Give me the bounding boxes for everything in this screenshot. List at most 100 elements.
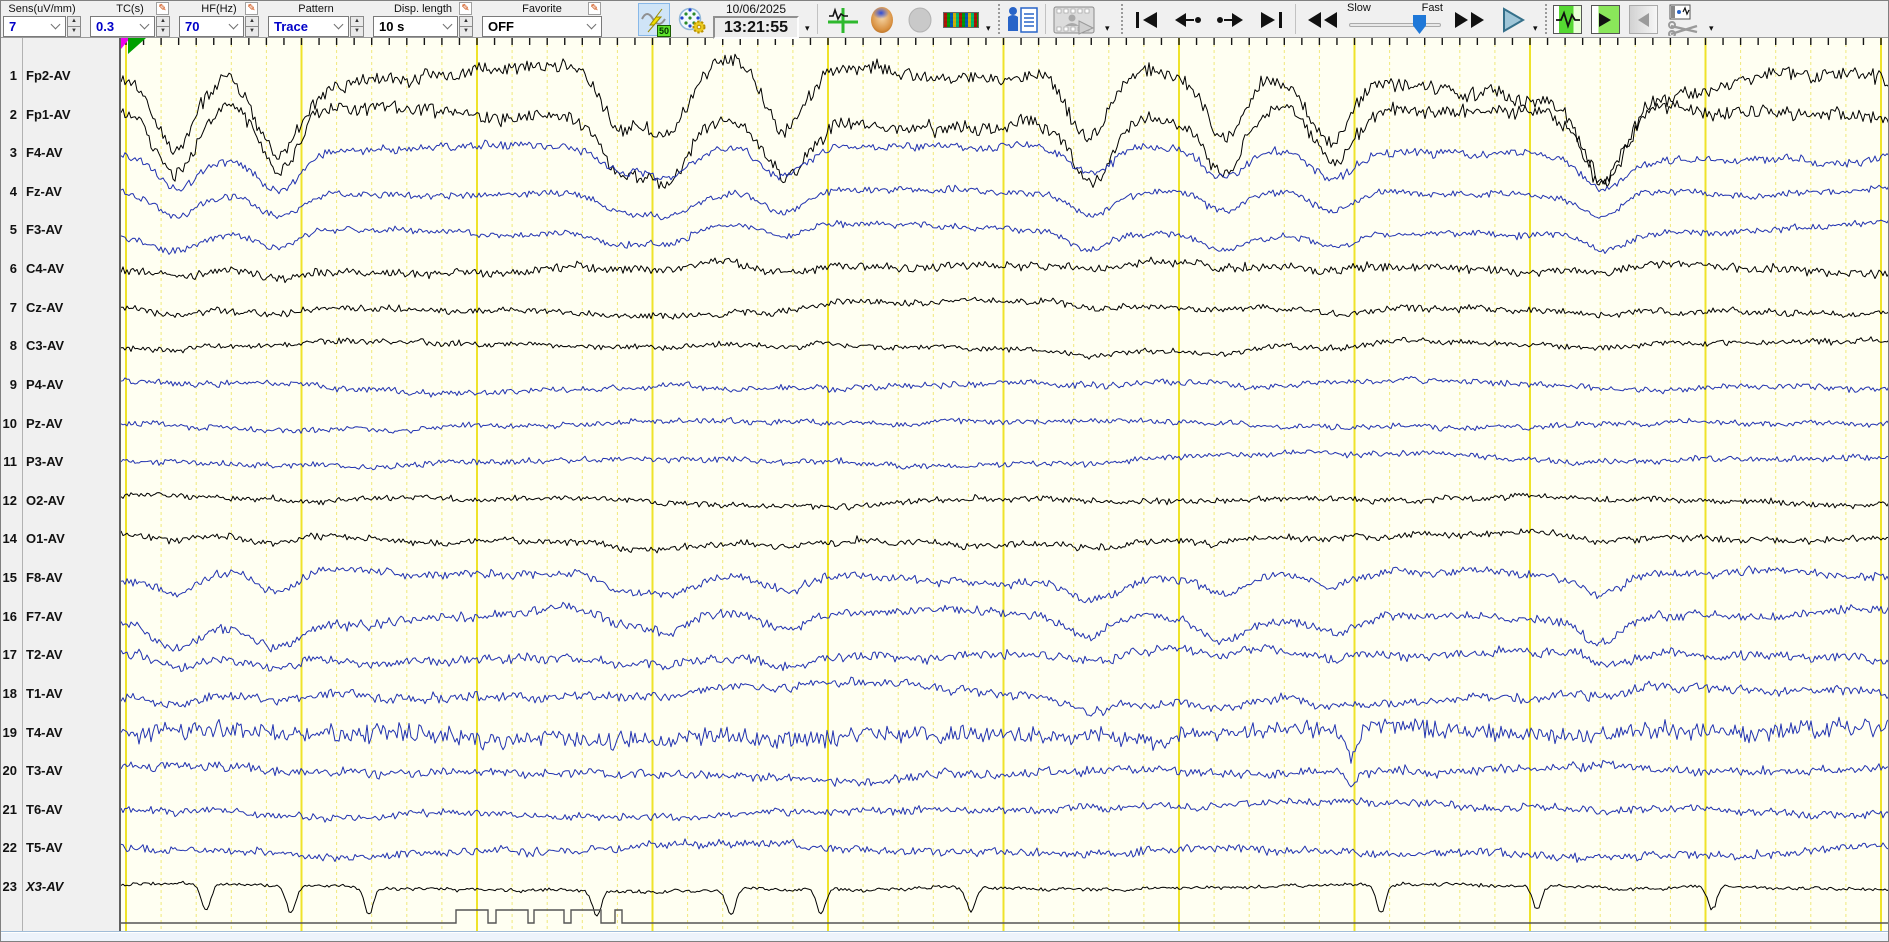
channel-number: 18 [2, 685, 17, 701]
channel-row-F4-AV[interactable]: 3 F4-AV [1, 144, 119, 162]
combo-group-favorite: Favorite ✎ OFF [482, 1, 602, 37]
channel-name: T5-AV [26, 840, 63, 856]
horizontal-scrollbar[interactable] [1, 931, 1888, 941]
channel-row-T2-AV[interactable]: 17 T2-AV [1, 646, 119, 664]
eeg-trace-T4-AV [120, 716, 1888, 764]
channel-row-T1-AV[interactable]: 18 T1-AV [1, 685, 119, 703]
channel-row-T3-AV[interactable]: 20 T3-AV [1, 762, 119, 780]
disp-length-dropdown[interactable]: 10 s [373, 16, 458, 37]
eeg-trace-T6-AV [120, 797, 1888, 823]
channel-row-T4-AV[interactable]: 19 T4-AV [1, 724, 119, 742]
disp-length-spin-up-button[interactable]: ▲ [459, 16, 473, 27]
step-forward-button[interactable] [1211, 9, 1249, 31]
channel-row-Pz-AV[interactable]: 10 Pz-AV [1, 415, 119, 433]
head-map-button[interactable] [865, 4, 899, 36]
tc-spin-down-button[interactable]: ▼ [156, 27, 170, 37]
speed-slider-handle[interactable] [1413, 15, 1426, 34]
channel-row-F3-AV[interactable]: 5 F3-AV [1, 221, 119, 239]
tc-spin-up-button[interactable]: ▲ [156, 16, 170, 27]
channel-row-C4-AV[interactable]: 6 C4-AV [1, 260, 119, 278]
channel-number: 5 [9, 222, 17, 238]
sens-spinner: ▲ ▼ [67, 16, 81, 37]
hf-dropdown[interactable]: 70 [179, 16, 244, 37]
favorite-edit-pencil-icon[interactable]: ✎ [588, 2, 601, 15]
sens-dropdown[interactable]: 7 [3, 16, 66, 37]
eeg-trace-F8-AV [120, 565, 1888, 604]
toolbar: Sens(uV/mm) 7 ▲ ▼ TC(s) ✎ 0.3 ▲ ▼ HF(Hz) ✎ 70 ▲ ▼ Patt… [1, 1, 1888, 39]
skip-to-start-button[interactable] [1131, 9, 1165, 31]
datetime-dropdown-arrow[interactable]: ▾ [805, 23, 810, 34]
disp-length-label: Disp. length [393, 2, 453, 15]
sens-spin-up-button[interactable]: ▲ [67, 16, 81, 27]
hf-spinner: ▲ ▼ [245, 16, 259, 37]
patient-info-button[interactable] [1004, 3, 1042, 36]
hf-spin-up-button[interactable]: ▲ [245, 16, 259, 27]
disp-length-spinner: ▲ ▼ [459, 16, 473, 37]
hf-spin-down-button[interactable]: ▼ [245, 27, 259, 37]
pattern-spin-down-button[interactable]: ▼ [350, 27, 364, 37]
channel-row-F7-AV[interactable]: 16 F7-AV [1, 608, 119, 626]
channel-number: 17 [2, 647, 17, 663]
disp-length-spin-down-button[interactable]: ▼ [459, 27, 473, 37]
rewind-button[interactable] [1301, 9, 1343, 31]
tc-dropdown[interactable]: 0.3 [90, 16, 155, 37]
channel-row-F8-AV[interactable]: 15 F8-AV [1, 569, 119, 587]
pattern-spin-up-button[interactable]: ▲ [350, 16, 364, 27]
channel-row-T5-AV[interactable]: 22 T5-AV [1, 839, 119, 857]
skip-start-icon [1136, 12, 1157, 28]
eeg-trace-area[interactable] [120, 38, 1888, 931]
hf-value: 70 [185, 19, 200, 34]
hf-edit-pencil-icon[interactable]: ✎ [245, 2, 258, 15]
step-forward-icon [1217, 13, 1243, 27]
wave-crosshair-icon [828, 7, 858, 33]
combo-group-sens: Sens(uV/mm) 7 ▲ ▼ [3, 1, 81, 37]
channel-number: 23 [2, 879, 17, 895]
channel-row-P3-AV[interactable]: 11 P3-AV [1, 453, 119, 471]
channel-row-Fz-AV[interactable]: 4 Fz-AV [1, 183, 119, 201]
channel-name: T1-AV [26, 685, 63, 701]
favorite-dropdown[interactable]: OFF [482, 16, 602, 37]
disp-length-edit-pencil-icon[interactable]: ✎ [459, 2, 472, 15]
head-map-gray-icon [908, 7, 932, 33]
tc-edit-pencil-icon[interactable]: ✎ [156, 2, 169, 15]
play-button[interactable] [1497, 5, 1529, 35]
channel-row-O2-AV[interactable]: 12 O2-AV [1, 492, 119, 510]
chevron-down-icon [50, 19, 61, 30]
pattern-dropdown[interactable]: Trace [268, 16, 349, 37]
notch-filter-button[interactable]: 50 [638, 3, 671, 37]
channel-number: 1 [9, 68, 17, 83]
channel-row-Cz-AV[interactable]: 7 Cz-AV [1, 299, 119, 317]
clip-dropdown-arrow[interactable]: ▾ [1709, 23, 1714, 34]
eeg-trace-T1-AV [120, 676, 1888, 717]
channel-number: 19 [2, 724, 17, 740]
channel-row-Fp2-AV[interactable]: 1 Fp2-AV [1, 67, 119, 85]
step-back-button[interactable] [1169, 9, 1207, 31]
channel-row-T6-AV[interactable]: 21 T6-AV [1, 801, 119, 819]
review-wave-icon [1555, 9, 1580, 29]
channel-name: T4-AV [26, 724, 63, 740]
speed-slider-track[interactable] [1349, 23, 1441, 27]
pattern-spinner: ▲ ▼ [350, 16, 364, 37]
channel-row-O1-AV[interactable]: 14 O1-AV [1, 530, 119, 548]
channel-number: 7 [9, 299, 17, 315]
channel-row-C3-AV[interactable]: 8 C3-AV [1, 337, 119, 355]
view-dropdown-arrow[interactable]: ▾ [986, 23, 991, 34]
video-dropdown-arrow[interactable]: ▾ [1105, 23, 1110, 34]
play-dropdown-arrow[interactable]: ▾ [1533, 23, 1538, 34]
review-wave-button[interactable] [1553, 5, 1582, 34]
channel-row-Fp1-AV[interactable]: 2 Fp1-AV [1, 106, 119, 124]
dsa-spectrogram-button[interactable] [941, 10, 981, 30]
fast-forward-button[interactable] [1449, 9, 1491, 31]
sens-spin-down-button[interactable]: ▼ [67, 27, 81, 37]
trace-view-button[interactable] [825, 5, 861, 35]
electrode-map-settings-button[interactable] [675, 4, 709, 36]
channel-row-P4-AV[interactable]: 9 P4-AV [1, 376, 119, 394]
marker-square-wave [121, 909, 1888, 924]
channel-row-X3-AV[interactable]: 23 X3-AV [1, 878, 119, 896]
play-selection-icon [1598, 12, 1611, 27]
eeg-trace-F3-AV [120, 219, 1888, 255]
video-clip-cut-button[interactable] [1665, 3, 1705, 37]
skip-to-end-button[interactable] [1253, 9, 1287, 31]
play-icon [1503, 7, 1525, 33]
play-selection-button[interactable] [1591, 5, 1620, 34]
